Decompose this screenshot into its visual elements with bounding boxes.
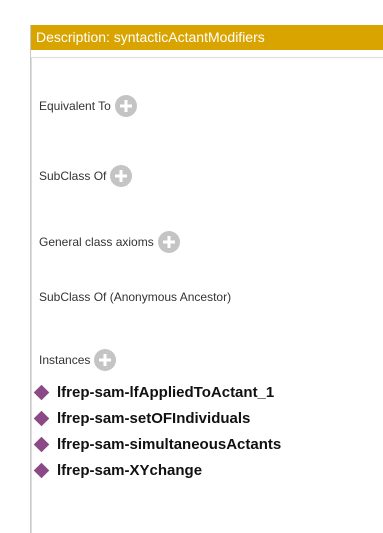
add-equivalent-to-button[interactable]: [114, 95, 137, 117]
instance-item[interactable]: lfrep-sam-lfAppliedToActant_1: [31, 379, 281, 405]
instance-item[interactable]: lfrep-sam-setOFIndividuals: [31, 405, 281, 431]
individual-icon: [33, 410, 50, 426]
instance-item[interactable]: lfrep-sam-XYchange: [31, 457, 281, 483]
instance-label: lfrep-sam-XYchange: [57, 461, 203, 479]
subclass-of-anonymous-ancestor-label: SubClass Of (Anonymous Ancestor): [39, 290, 232, 304]
individual-icon: [33, 462, 50, 478]
add-subclass-of-button[interactable]: [110, 165, 133, 187]
general-class-axioms-label: General class axioms: [39, 235, 154, 249]
general-class-axioms-section: General class axioms: [39, 231, 180, 253]
subclass-of-section: SubClass Of: [39, 165, 133, 187]
individual-icon: [33, 436, 50, 452]
instances-section: Instances: [39, 349, 117, 371]
instance-label: lfrep-sam-simultaneousActants: [57, 435, 282, 453]
subclass-of-label: SubClass Of: [39, 169, 107, 183]
instance-item[interactable]: lfrep-sam-simultaneousActants: [31, 431, 281, 457]
instance-label: lfrep-sam-lfAppliedToActant_1: [57, 383, 275, 401]
subclass-of-anonymous-ancestor-section: SubClass Of (Anonymous Ancestor): [39, 290, 231, 304]
add-general-class-axiom-button[interactable]: [157, 231, 180, 253]
instance-label: lfrep-sam-setOFIndividuals: [57, 409, 251, 427]
instances-list: lfrep-sam-lfAppliedToActant_1 lfrep-sam-…: [31, 379, 281, 483]
description-panel: Description: syntacticActantModifiers Eq…: [30, 25, 383, 533]
equivalent-to-section: Equivalent To: [39, 95, 137, 117]
panel-title: Description: syntacticActantModifiers: [31, 25, 383, 50]
instances-label: Instances: [39, 353, 91, 367]
add-instance-button[interactable]: [94, 349, 117, 371]
equivalent-to-label: Equivalent To: [39, 99, 111, 113]
individual-icon: [33, 384, 50, 400]
